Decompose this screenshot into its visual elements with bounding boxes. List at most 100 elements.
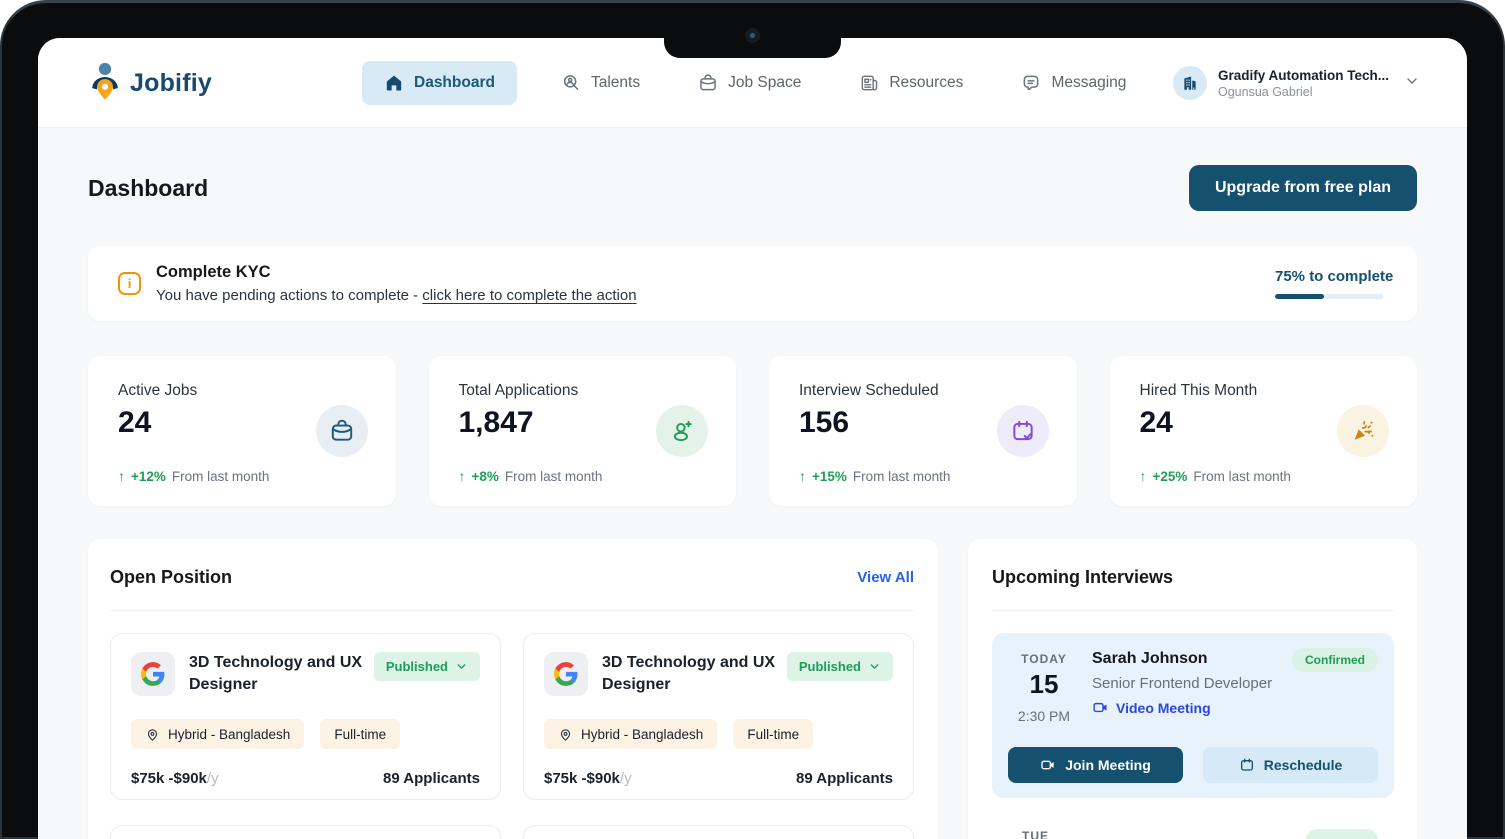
kyc-message-text: You have pending actions to complete - [156, 287, 422, 304]
job-card-header: 3D Technology and UX Designer Published [131, 652, 480, 696]
job-space-briefcase-icon [698, 73, 718, 93]
candidate-info: Sarah Johnson Senior Frontend Developer … [1092, 648, 1272, 733]
chevron-down-icon [1400, 73, 1420, 94]
divider [992, 610, 1394, 611]
device-screenshot: Jobifiy Dashboard Talents Job Space Re [0, 0, 1505, 839]
brand-name: Jobifiy [130, 69, 212, 98]
kyc-progress-bar [1275, 294, 1383, 299]
trend-note: From last month [1193, 469, 1291, 484]
nav-label: Messaging [1051, 74, 1126, 92]
kyc-progress-label: 75% to complete [1275, 268, 1393, 285]
trend-delta: +12% [131, 469, 166, 484]
trend-up-icon: ↑ [1140, 468, 1147, 484]
talents-search-icon [561, 73, 581, 93]
job-card-footer: $75k -$90k/y 89 Applicants [544, 770, 893, 787]
job-status: Published [799, 659, 861, 674]
trend-delta: +8% [472, 469, 499, 484]
calendar-icon [1239, 757, 1255, 773]
nav-item-dashboard[interactable]: Dashboard [362, 61, 517, 105]
briefcase-icon [316, 405, 368, 457]
person-add-icon [656, 405, 708, 457]
main-content: Dashboard Upgrade from free plan i Compl… [38, 165, 1467, 839]
join-meeting-button[interactable]: Join Meeting [1008, 747, 1183, 783]
page-title: Dashboard [88, 175, 208, 202]
jobifiy-logo-icon [88, 61, 122, 105]
trend-delta: +25% [1153, 469, 1188, 484]
view-all-link[interactable]: View All [857, 569, 914, 586]
job-status-dropdown[interactable]: Published [374, 652, 480, 681]
reschedule-button[interactable]: Reschedule [1203, 747, 1378, 783]
location-pin-icon [145, 727, 160, 742]
calendar-check-icon [997, 405, 1049, 457]
open-positions-panel: Open Position View All 3D Technology and… [88, 539, 938, 839]
job-title: 3D Technology and UX Designer [189, 652, 369, 696]
trend-delta: +15% [812, 469, 847, 484]
interview-day-label: TUE [1022, 829, 1049, 839]
stat-card-active-jobs: Active Jobs 24 ↑ +12% From last month [88, 356, 396, 506]
job-location: Hybrid - Bangladesh [581, 727, 703, 742]
nav-item-messaging[interactable]: Messaging [1007, 61, 1140, 105]
interview-card: TODAY 15 2:30 PM Sarah Johnson Senior Fr… [992, 633, 1394, 798]
interview-card-partial: TUE [992, 829, 1394, 839]
job-status-dropdown[interactable]: Published [787, 652, 893, 681]
nav-label: Job Space [728, 74, 801, 92]
divider [110, 610, 914, 611]
kyc-message: You have pending actions to complete - c… [156, 287, 637, 304]
job-salary: $75k -$90k/y [131, 770, 219, 787]
job-card[interactable]: 3D Technology and UX Designer Published … [110, 633, 501, 800]
home-icon [384, 73, 404, 93]
nav-label: Dashboard [414, 74, 495, 92]
stat-trend: ↑ +8% From last month [459, 468, 603, 484]
stat-trend: ↑ +15% From last month [799, 468, 950, 484]
job-status: Published [386, 659, 448, 674]
profile-menu[interactable]: Gradify Automation Tech... Ogunsua Gabri… [1173, 38, 1420, 128]
job-tags: Hybrid - Bangladesh Full-time [131, 719, 480, 749]
trend-up-icon: ↑ [799, 468, 806, 484]
stat-trend: ↑ +25% From last month [1140, 468, 1291, 484]
google-logo-icon [544, 652, 588, 696]
job-card-footer: $75k -$90k/y 89 Applicants [131, 770, 480, 787]
stat-card-total-applications: Total Applications 1,847 ↑ +8% From last… [429, 356, 737, 506]
meeting-type: Video Meeting [1116, 700, 1211, 716]
job-type-tag: Full-time [320, 719, 400, 749]
status-badge [1306, 829, 1378, 839]
interview-date: TODAY 15 2:30 PM [1008, 648, 1080, 733]
open-positions-header: Open Position View All [110, 563, 914, 591]
profile-user: Ogunsua Gabriel [1218, 85, 1389, 99]
upgrade-plan-button[interactable]: Upgrade from free plan [1189, 165, 1417, 211]
kyc-progress-fill [1275, 294, 1324, 299]
interview-actions: Join Meeting Reschedule [1008, 747, 1378, 783]
interview-details: TODAY 15 2:30 PM Sarah Johnson Senior Fr… [1008, 648, 1378, 733]
nav-item-talents[interactable]: Talents [547, 61, 654, 105]
trend-up-icon: ↑ [459, 468, 466, 484]
nav-item-job-space[interactable]: Job Space [684, 61, 815, 105]
chevron-down-icon [455, 660, 468, 673]
salary-period: /y [620, 770, 632, 787]
job-title: 3D Technology and UX Designer [602, 652, 782, 696]
interviews-header: Upcoming Interviews [992, 563, 1394, 591]
job-type: Full-time [747, 727, 799, 742]
trend-up-icon: ↑ [118, 468, 125, 484]
brand-logo[interactable]: Jobifiy [88, 38, 212, 128]
interviews-title: Upcoming Interviews [992, 567, 1173, 588]
meeting-type-link[interactable]: Video Meeting [1092, 699, 1272, 716]
nav-label: Talents [591, 74, 640, 92]
profile-company: Gradify Automation Tech... [1218, 68, 1389, 83]
kyc-complete-link[interactable]: click here to complete the action [422, 287, 636, 304]
job-card-partial[interactable] [110, 825, 501, 839]
job-salary: $75k -$90k/y [544, 770, 632, 787]
nav-item-resources[interactable]: Resources [845, 61, 977, 105]
webcam-dot [745, 28, 760, 43]
job-applicants: 89 Applicants [796, 770, 893, 787]
job-location-tag: Hybrid - Bangladesh [544, 719, 717, 749]
job-card-partial[interactable] [523, 825, 914, 839]
upcoming-interviews-panel: Upcoming Interviews TODAY 15 2:30 PM Sar… [968, 539, 1417, 839]
trend-note: From last month [172, 469, 270, 484]
job-card[interactable]: 3D Technology and UX Designer Published … [523, 633, 914, 800]
stats-row: Active Jobs 24 ↑ +12% From last month To… [88, 356, 1417, 506]
candidate-name: Sarah Johnson [1092, 650, 1272, 668]
page-header-row: Dashboard Upgrade from free plan [88, 165, 1417, 211]
building-icon [1181, 74, 1199, 92]
job-type-tag: Full-time [733, 719, 813, 749]
nav-label: Resources [889, 74, 963, 92]
